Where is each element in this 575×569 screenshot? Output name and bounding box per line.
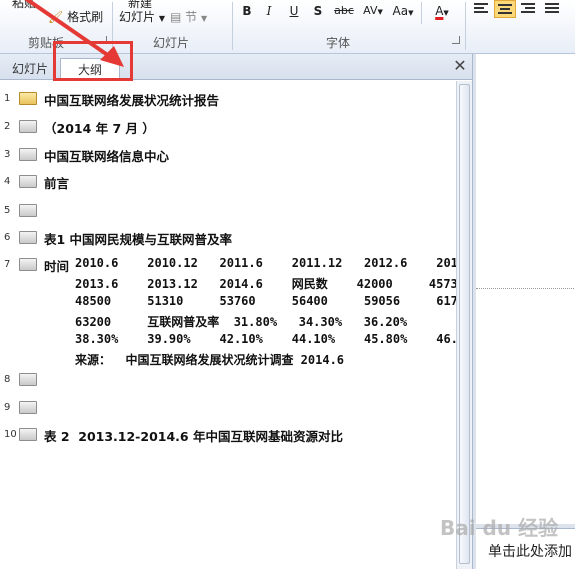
slide-canvas[interactable] [476,54,575,524]
align-center-button[interactable] [494,0,516,18]
slide-thumbnail-icon[interactable] [19,231,37,244]
align-right-button[interactable] [518,0,540,18]
slide-editor-pane: 单击此处添加 [472,54,575,569]
format-painter-button[interactable]: 🖌 格式刷 [48,8,103,25]
tab-slides[interactable]: 幻灯片 [4,58,56,80]
bold-button[interactable]: B [237,2,257,20]
chevron-down-icon: ▼ [377,8,383,16]
chevron-down-icon: ▼ [408,9,414,17]
text-line: 2010.6 2010.12 2011.6 2011.12 2012.6 201… [75,256,487,270]
close-icon[interactable]: ✕ [452,58,468,74]
change-case-button[interactable]: Aa▼ [390,2,416,20]
slide-thumbnail-icon[interactable] [19,401,37,414]
placeholder-border [476,288,575,289]
brush-icon: 🖌 [48,10,64,24]
group-divider [421,2,422,24]
group-divider [232,2,233,50]
italic-button[interactable]: I [259,2,279,20]
highlight-box [53,41,133,81]
section-icon: ▤ [170,10,182,24]
paste-button[interactable]: 粘贴 [12,0,36,11]
table-text-block: 2010.6 2010.12 2011.6 2011.12 2012.6 201… [75,256,487,370]
group-label-font: 字体 [326,36,351,50]
character-spacing-button[interactable]: AV▼ [360,2,386,20]
font-color-button[interactable]: A▼ [428,2,456,20]
scrollbar-thumb[interactable] [459,84,470,564]
outline-pane[interactable]: 1 中国互联网络发展状况统计报告 2 （2014 年 7 月 ） 3 中国互联网… [0,81,487,569]
justify-button[interactable] [542,0,564,18]
underline-button[interactable]: U [284,2,304,20]
slide-thumbnail-icon[interactable] [19,148,37,161]
text-line: 63200 互联网普及率 31.80% 34.30% 36.20% [75,315,408,329]
slide-thumbnail-icon[interactable] [19,373,37,386]
slide-thumbnail-icon[interactable] [19,92,37,105]
slide-thumbnail-icon[interactable] [19,120,37,133]
chevron-down-icon: ▼ [158,14,165,23]
slide-layout-dropdown[interactable]: 幻灯片 ▼ [119,8,165,25]
section-button[interactable]: ▤ 节 ▼ [170,8,207,25]
text-line: 来源： 中国互联网络发展状况统计调查 2014.6 [75,353,345,367]
align-left-button[interactable] [471,0,493,18]
text-shadow-button[interactable]: S [308,2,328,20]
font-dialog-launcher-icon[interactable] [452,36,460,44]
group-label-slides: 幻灯片 [153,36,190,50]
slide-thumbnail-icon[interactable] [19,428,37,441]
slide-thumbnail-icon[interactable] [19,175,37,188]
chevron-down-icon: ▼ [201,14,208,23]
notes-placeholder[interactable]: 单击此处添加 [488,541,572,561]
outline-scrollbar[interactable] [456,81,472,569]
group-divider [465,2,466,50]
text-line: 38.30% 39.90% 42.10% 44.10% 45.80% 46.90… [75,332,480,346]
chevron-down-icon: ▼ [443,9,449,17]
slide-thumbnail-icon[interactable] [19,204,37,217]
strikethrough-button[interactable]: abc [333,2,355,20]
text-line: 48500 51310 53760 56400 59056 61758 [75,294,473,308]
slide-thumbnail-icon[interactable] [19,258,37,271]
watermark: Bai du 经验 [440,516,559,540]
text-line: 2013.6 2013.12 2014.6 网民数 42000 45730 [75,277,466,291]
